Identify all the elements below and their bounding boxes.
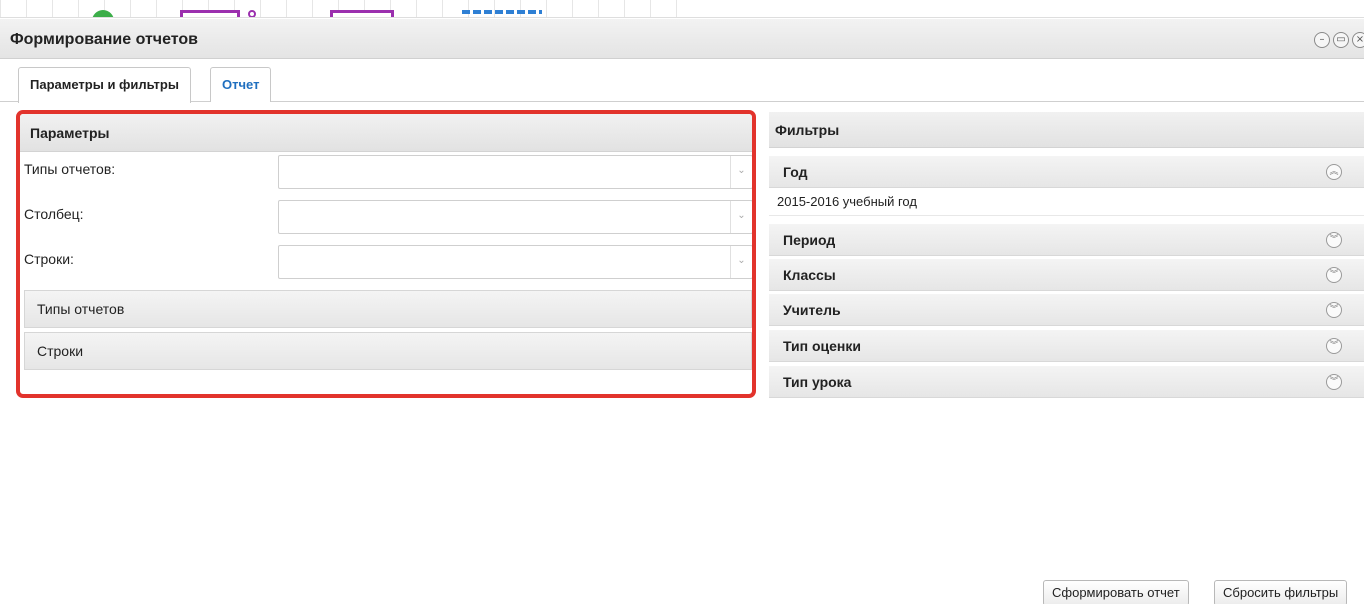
double-chevron-down-icon[interactable]: ︾	[1326, 302, 1342, 318]
column-row: Столбец: ⌄	[24, 200, 752, 234]
double-chevron-up-icon[interactable]: ︽	[1326, 164, 1342, 180]
report-type-row: Типы отчетов: ⌄	[24, 155, 752, 189]
report-type-select[interactable]: ⌄	[278, 155, 752, 189]
filter-year[interactable]: Год ︽	[769, 156, 1364, 188]
rows-label: Строки:	[24, 251, 74, 267]
filter-year-label: Год	[783, 164, 808, 180]
chevron-down-icon[interactable]: ⌄	[730, 156, 752, 188]
filter-teacher-label: Учитель	[783, 302, 841, 318]
double-chevron-down-icon[interactable]: ︾	[1326, 232, 1342, 248]
generate-report-button[interactable]: Сформировать отчет	[1043, 580, 1189, 604]
filter-period-label: Период	[783, 232, 836, 248]
filters-panel-title: Фильтры	[769, 112, 1364, 148]
filter-lesson-type[interactable]: Тип урока ︾	[769, 366, 1364, 398]
small-circle-icon	[248, 10, 256, 17]
minimize-icon[interactable]: –	[1314, 32, 1330, 48]
reset-filters-button[interactable]: Сбросить фильтры	[1214, 580, 1348, 604]
tab-params-filters[interactable]: Параметры и фильтры	[18, 67, 191, 103]
window-title: Формирование отчетов	[10, 31, 198, 48]
close-icon[interactable]: ×	[1352, 32, 1364, 48]
section-report-types[interactable]: Типы отчетов	[24, 290, 752, 328]
tab-report[interactable]: Отчет	[210, 67, 272, 102]
purple-window-icon[interactable]	[330, 10, 394, 17]
double-chevron-down-icon[interactable]: ︾	[1326, 338, 1342, 354]
top-toolbar-strip	[0, 0, 1364, 18]
chevron-down-icon[interactable]: ⌄	[730, 246, 752, 278]
filter-teacher[interactable]: Учитель ︾	[769, 294, 1364, 326]
section-rows[interactable]: Строки	[24, 332, 752, 370]
filter-period[interactable]: Период ︾	[769, 224, 1364, 256]
filter-grade-type[interactable]: Тип оценки ︾	[769, 330, 1364, 362]
filters-panel: Фильтры Год ︽ 2015-2016 учебный год Пери…	[769, 112, 1364, 404]
filter-year-value[interactable]: 2015-2016 учебный год	[769, 190, 1364, 216]
rows-row: Строки: ⌄	[24, 245, 752, 279]
blue-grid-icon[interactable]	[462, 10, 542, 17]
filter-classes-label: Классы	[783, 267, 836, 283]
double-chevron-down-icon[interactable]: ︾	[1326, 374, 1342, 390]
report-type-label: Типы отчетов:	[24, 161, 116, 177]
tab-bar: Параметры и фильтры Отчет	[0, 60, 1364, 103]
filter-lesson-type-label: Тип урока	[783, 374, 852, 390]
params-panel: Параметры Типы отчетов: ⌄ Столбец: ⌄ Стр…	[16, 110, 756, 398]
filter-grade-type-label: Тип оценки	[783, 338, 861, 354]
double-chevron-down-icon[interactable]: ︾	[1326, 267, 1342, 283]
window-header: Формирование отчетов – ▭ ×	[0, 19, 1364, 59]
rows-select[interactable]: ⌄	[278, 245, 752, 279]
restore-icon[interactable]: ▭	[1333, 32, 1349, 48]
params-panel-title: Параметры	[20, 114, 752, 152]
chevron-down-icon[interactable]: ⌄	[730, 201, 752, 233]
purple-frame-icon[interactable]	[180, 10, 240, 17]
column-select[interactable]: ⌄	[278, 200, 752, 234]
filter-classes[interactable]: Классы ︾	[769, 259, 1364, 291]
column-label: Столбец:	[24, 206, 84, 222]
